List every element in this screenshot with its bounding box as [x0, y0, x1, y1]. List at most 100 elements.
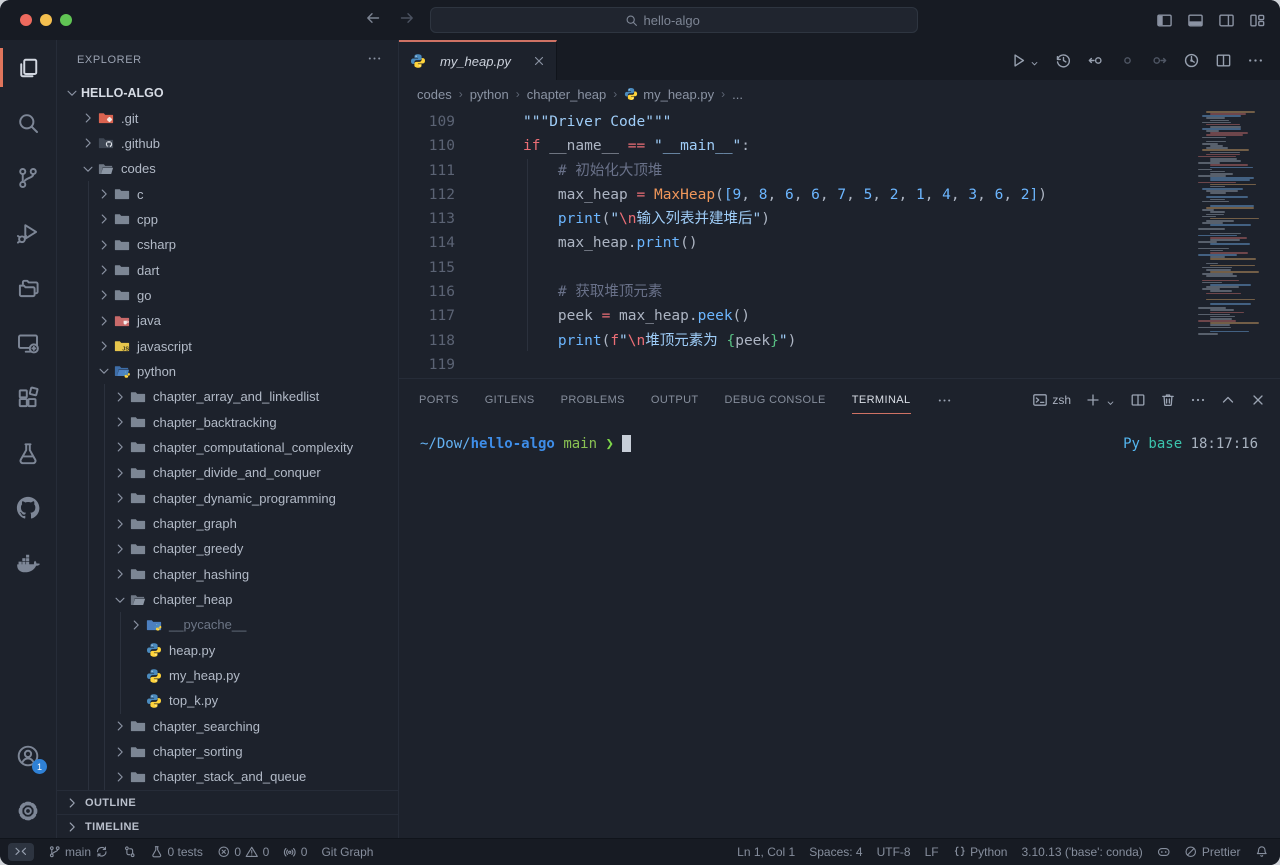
panel-tab-gitlens[interactable]: GITLENS — [485, 379, 535, 421]
change-button[interactable] — [1119, 52, 1136, 69]
panel-tab-terminal[interactable]: TERMINAL — [852, 379, 911, 421]
tab-my-heap-py[interactable]: my_heap.py — [399, 40, 557, 80]
tree-root[interactable]: HELLO-ALGO — [57, 80, 398, 105]
code-line[interactable]: 117 peek = max_heap.peek() — [399, 304, 1280, 328]
tree-item-chapter_heap[interactable]: chapter_heap — [57, 587, 398, 612]
next-change-button[interactable] — [1151, 52, 1168, 69]
activity-item-settings[interactable] — [0, 783, 56, 838]
breadcrumb-item[interactable]: chapter_heap — [527, 87, 607, 102]
file-history-button[interactable] — [1055, 52, 1072, 69]
code-line[interactable]: 111 # 初始化大顶堆 — [399, 159, 1280, 183]
code-line[interactable]: 113 print("\n输入列表并建堆后") — [399, 207, 1280, 231]
tree-item-go[interactable]: go — [57, 283, 398, 308]
breadcrumb-item[interactable]: ... — [732, 87, 743, 102]
explorer-more-actions-button[interactable] — [367, 51, 382, 69]
breadcrumb-item[interactable]: my_heap.py — [624, 87, 714, 102]
activity-item-explorer[interactable] — [0, 40, 56, 95]
tree-item-dart[interactable]: dart — [57, 257, 398, 282]
new-terminal-button[interactable] — [1085, 392, 1116, 408]
tree-item-javascript[interactable]: JSjavascript — [57, 333, 398, 358]
code-line[interactable]: 119 — [399, 353, 1280, 377]
activity-item-remote-explorer[interactable] — [0, 315, 56, 370]
status-copilot[interactable] — [1157, 845, 1171, 859]
panel-tab-ports[interactable]: PORTS — [419, 379, 459, 421]
tree-item-csharp[interactable]: csharp — [57, 232, 398, 257]
layout-sidebar-left-button[interactable] — [1156, 12, 1173, 29]
status-ports-status[interactable]: 0 — [283, 845, 307, 859]
tree-item-java[interactable]: java — [57, 308, 398, 333]
close-window-button[interactable] — [20, 14, 32, 26]
activity-item-extensions[interactable] — [0, 370, 56, 425]
tree-item-chapter_searching[interactable]: chapter_searching — [57, 714, 398, 739]
breadcrumb-item[interactable]: python — [470, 87, 509, 102]
split-editor-button[interactable] — [1215, 52, 1232, 69]
tree-item-chapter_backtracking[interactable]: chapter_backtracking — [57, 409, 398, 434]
more-actions-button[interactable] — [1247, 52, 1264, 69]
tree-item-chapter_stack_and_queue[interactable]: chapter_stack_and_queue — [57, 764, 398, 789]
navigate-back-button[interactable] — [365, 10, 381, 31]
code-editor[interactable]: 109"""Driver Code"""110if __name__ == "_… — [399, 108, 1280, 378]
status-tests-status[interactable]: 0 tests — [150, 845, 203, 859]
timeline-section[interactable]: TIMELINE — [57, 814, 398, 838]
activity-item-project-folders[interactable] — [0, 260, 56, 315]
tree-item-.git[interactable]: .git — [57, 105, 398, 130]
tree-item-chapter_dynamic_programming[interactable]: chapter_dynamic_programming — [57, 486, 398, 511]
panel-more-button[interactable] — [1190, 392, 1206, 408]
tree-item-chapter_divide_and_conquer[interactable]: chapter_divide_and_conquer — [57, 460, 398, 485]
activity-item-search[interactable] — [0, 95, 56, 150]
tree-item-chapter_computational_complexity[interactable]: chapter_computational_complexity — [57, 435, 398, 460]
panel-tab-problems[interactable]: PROBLEMS — [561, 379, 625, 421]
search-input[interactable] — [644, 13, 724, 28]
code-line[interactable]: 110if __name__ == "__main__": — [399, 134, 1280, 158]
tree-item-top_k.py[interactable]: top_k.py — [57, 688, 398, 713]
command-center-search[interactable] — [430, 7, 918, 33]
status-prettier[interactable]: Prettier — [1184, 845, 1240, 859]
prev-change-button[interactable] — [1087, 52, 1104, 69]
zoom-window-button[interactable] — [60, 14, 72, 26]
tree-item-.github[interactable]: .github — [57, 131, 398, 156]
status-git-graph[interactable]: Git Graph — [321, 845, 373, 859]
maximize-panel-button[interactable] — [1220, 392, 1236, 408]
status-remote-indicator[interactable] — [8, 843, 34, 861]
activity-item-accounts[interactable]: 1 — [0, 728, 56, 783]
tree-item-chapter_array_and_linkedlist[interactable]: chapter_array_and_linkedlist — [57, 384, 398, 409]
tree-item-cpp[interactable]: cpp — [57, 207, 398, 232]
layout-panel-button[interactable] — [1187, 12, 1204, 29]
tree-item-__pycache__[interactable]: __pycache__ — [57, 612, 398, 637]
status-indentation[interactable]: Spaces: 4 — [809, 845, 862, 859]
minimap[interactable] — [1198, 108, 1264, 330]
close-tab-button[interactable] — [532, 54, 546, 68]
gitlens-graph-button[interactable] — [1183, 52, 1200, 69]
tree-item-c[interactable]: c — [57, 181, 398, 206]
breadcrumb-item[interactable]: codes — [417, 87, 452, 102]
layout-sidebar-right-button[interactable] — [1218, 12, 1235, 29]
terminal[interactable]: ~/Dow/hello-algo main ❯ Py base 18:17:16 — [399, 421, 1280, 838]
code-line[interactable]: 112 max_heap = MaxHeap([9, 8, 6, 6, 7, 5… — [399, 183, 1280, 207]
shell-selector[interactable]: zsh — [1032, 392, 1071, 408]
tree-item-python[interactable]: python — [57, 359, 398, 384]
tree-item-chapter_hashing[interactable]: chapter_hashing — [57, 562, 398, 587]
kill-terminal-button[interactable] — [1160, 392, 1176, 408]
navigate-forward-button[interactable] — [399, 10, 415, 31]
layout-custom-button[interactable] — [1249, 12, 1266, 29]
tree-item-chapter_graph[interactable]: chapter_graph — [57, 511, 398, 536]
run-button[interactable] — [1010, 52, 1040, 69]
code-line[interactable]: 115 — [399, 256, 1280, 280]
tree-item-chapter_sorting[interactable]: chapter_sorting — [57, 739, 398, 764]
code-line[interactable]: 118 print(f"\n堆顶元素为 {peek}") — [399, 329, 1280, 353]
code-line[interactable]: 116 # 获取堆顶元素 — [399, 280, 1280, 304]
close-panel-button[interactable] — [1250, 392, 1266, 408]
status-eol[interactable]: LF — [925, 845, 939, 859]
tree-item-heap.py[interactable]: heap.py — [57, 638, 398, 663]
status-gitlens-compare[interactable] — [123, 845, 137, 859]
status-encoding[interactable]: UTF-8 — [877, 845, 911, 859]
status-language-mode[interactable]: Python — [953, 845, 1008, 859]
code-line[interactable]: 114 max_heap.print() — [399, 231, 1280, 255]
panel-tabs-more-button[interactable] — [937, 393, 952, 408]
activity-item-github[interactable] — [0, 480, 56, 535]
status-cursor-position[interactable]: Ln 1, Col 1 — [737, 845, 795, 859]
panel-tab-debug-console[interactable]: DEBUG CONSOLE — [725, 379, 826, 421]
split-terminal-button[interactable] — [1130, 392, 1146, 408]
status-branch-status[interactable]: main — [48, 845, 109, 859]
tree-item-chapter_greedy[interactable]: chapter_greedy — [57, 536, 398, 561]
